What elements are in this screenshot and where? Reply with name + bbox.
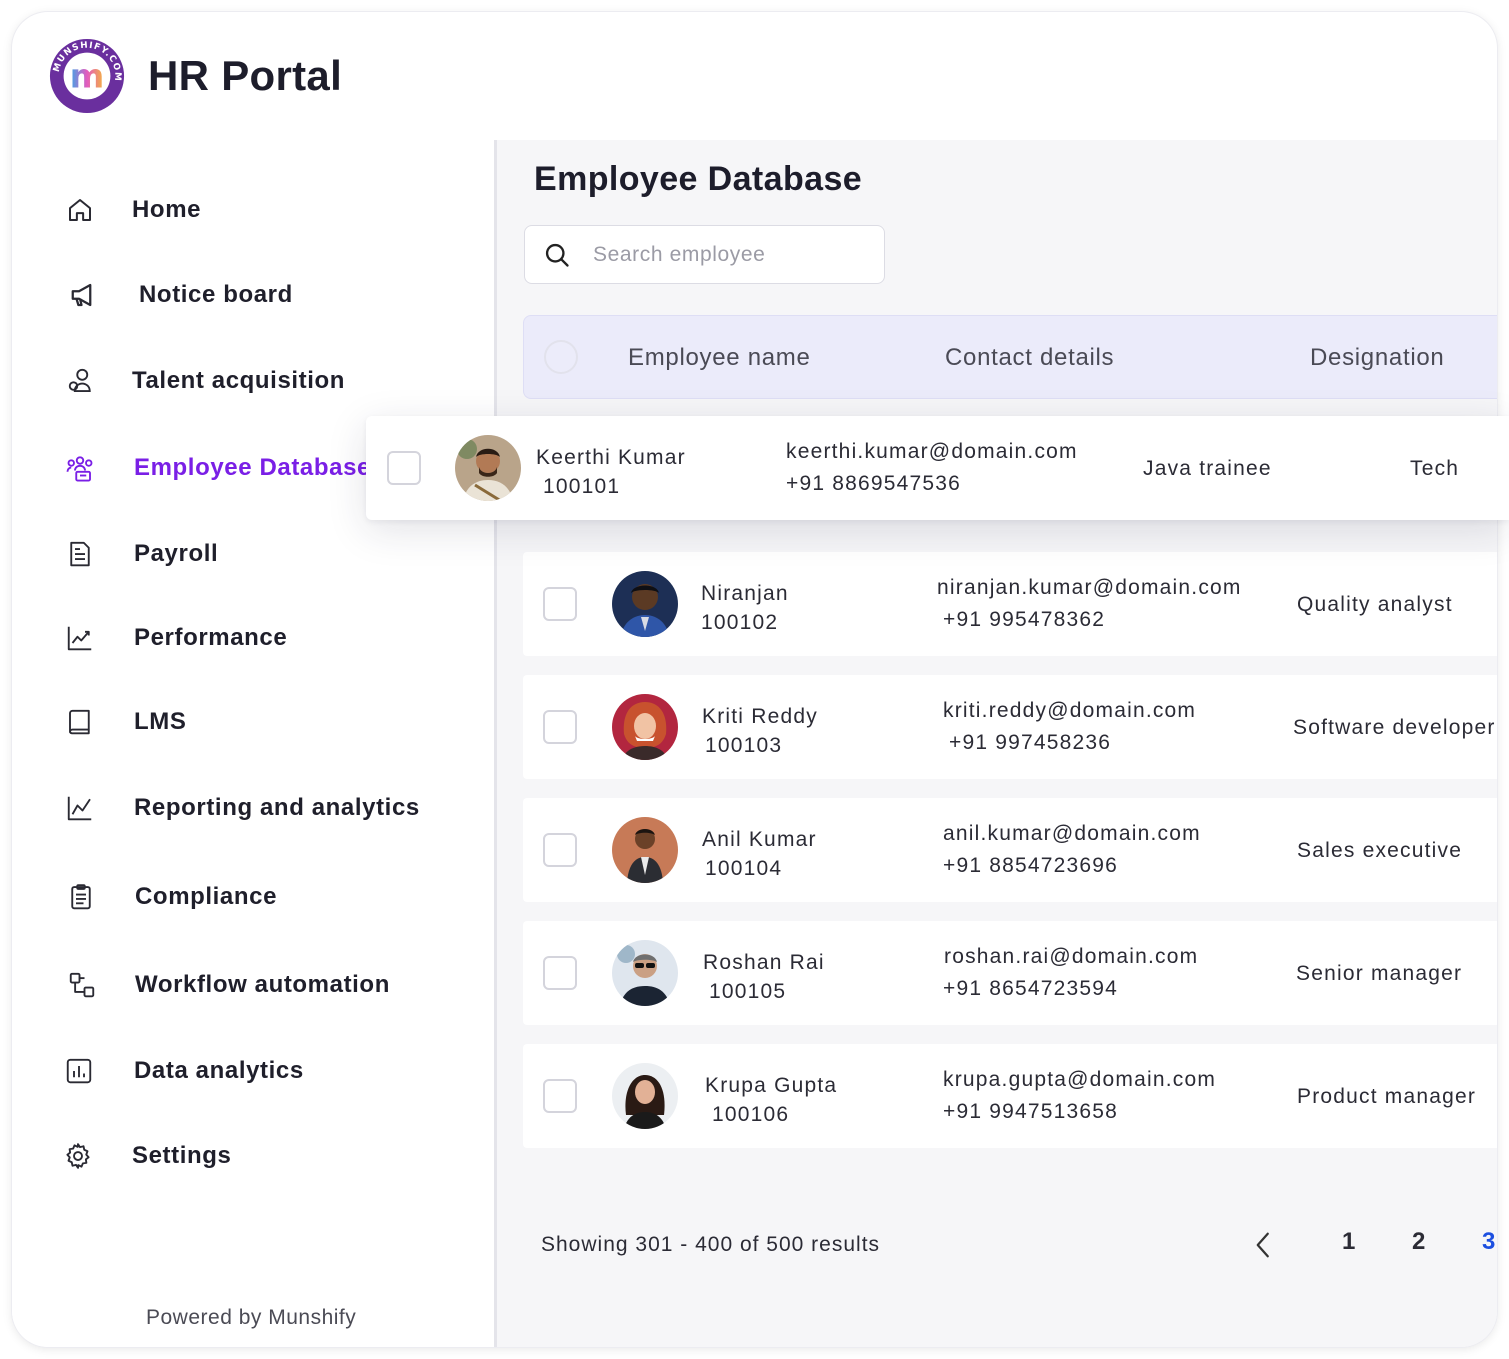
sidebar-item-compliance[interactable]: Compliance [12, 867, 494, 927]
employee-designation: Senior manager [1296, 962, 1463, 985]
line-chart-icon [64, 792, 96, 824]
table-header: Employee name Contact details Designatio… [523, 315, 1497, 399]
table-row[interactable]: Niranjan 100102 niranjan.kumar@domain.co… [523, 552, 1497, 656]
bar-chart-icon [63, 1055, 95, 1087]
table-row[interactable]: Kriti Reddy 100103 kriti.reddy@domain.co… [523, 675, 1497, 779]
workflow-icon [66, 969, 98, 1001]
sidebar: Home Notice board Talent acquisition Emp… [12, 140, 494, 1347]
prev-page-icon[interactable] [1249, 1229, 1279, 1261]
employee-designation: Software developer [1293, 716, 1496, 739]
employee-name: Anil Kumar [702, 828, 817, 851]
employee-name: Kriti Reddy [702, 705, 818, 728]
employee-id: 100103 [705, 734, 783, 757]
search-icon [545, 243, 569, 267]
row-checkbox[interactable] [543, 587, 577, 621]
avatar [612, 694, 678, 760]
employee-id: 100102 [701, 611, 779, 634]
munshify-logo: MUNSHIFY.COM m [49, 38, 125, 114]
employee-designation: Quality analyst [1297, 593, 1453, 616]
megaphone-icon [68, 279, 100, 311]
sidebar-item-home[interactable]: Home [12, 180, 494, 240]
avatar [612, 571, 678, 637]
page-button-1[interactable]: 1 [1342, 1228, 1355, 1256]
column-employee-name[interactable]: Employee name [628, 344, 811, 372]
sidebar-item-lms[interactable]: LMS [12, 692, 494, 752]
clipboard-icon [65, 881, 97, 913]
avatar [612, 1063, 678, 1129]
employee-email: krupa.gupta@domain.com [943, 1068, 1217, 1091]
employee-designation: Product manager [1297, 1085, 1477, 1108]
sidebar-item-performance[interactable]: Performance [12, 608, 494, 668]
employee-email: kriti.reddy@domain.com [943, 699, 1197, 722]
table-row[interactable]: Anil Kumar 100104 anil.kumar@domain.com … [523, 798, 1497, 902]
main-content: Employee Database Employee name Contact … [494, 140, 1497, 1347]
app-title: HR Portal [148, 52, 343, 99]
employee-id: 100105 [709, 980, 787, 1003]
employee-name: Krupa Gupta [705, 1074, 838, 1097]
book-icon [64, 706, 96, 738]
table-row[interactable]: Roshan Rai 100105 roshan.rai@domain.com … [523, 921, 1497, 1025]
team-icon [64, 452, 96, 484]
avatar [612, 940, 678, 1006]
employee-id: 100106 [712, 1103, 790, 1126]
employee-phone: +91 8854723696 [943, 854, 1119, 877]
avatar [455, 435, 521, 501]
app-window: MUNSHIFY.COM m HR Portal Home Notice boa… [12, 12, 1497, 1347]
search-input[interactable] [593, 238, 873, 272]
employee-designation: Sales executive [1297, 839, 1463, 862]
sidebar-item-talent-acquisition[interactable]: Talent acquisition [12, 351, 494, 411]
row-checkbox[interactable] [543, 1079, 577, 1113]
brand-header: MUNSHIFY.COM m HR Portal [48, 36, 342, 116]
page-button-2[interactable]: 2 [1412, 1228, 1425, 1256]
column-designation[interactable]: Designation [1310, 344, 1444, 372]
employee-email: anil.kumar@domain.com [943, 822, 1201, 845]
row-checkbox[interactable] [387, 451, 421, 485]
employee-name: Keerthi Kumar [536, 446, 686, 469]
page-button-3[interactable]: 3 [1482, 1228, 1495, 1256]
home-icon [64, 194, 96, 226]
employee-phone: +91 8654723594 [943, 977, 1119, 1000]
page-title: Employee Database [534, 160, 863, 198]
employee-email: keerthi.kumar@domain.com [786, 440, 1078, 463]
users-icon [65, 365, 97, 397]
highlighted-table-row[interactable]: Keerthi Kumar 100101 keerthi.kumar@domai… [366, 416, 1509, 520]
sidebar-item-settings[interactable]: Settings [12, 1126, 494, 1186]
table-row[interactable]: Krupa Gupta 100106 krupa.gupta@domain.co… [523, 1044, 1497, 1148]
employee-email: niranjan.kumar@domain.com [937, 576, 1242, 599]
row-checkbox[interactable] [543, 710, 577, 744]
document-icon [64, 538, 96, 570]
sidebar-item-workflow-automation[interactable]: Workflow automation [12, 955, 494, 1015]
sidebar-item-data-analytics[interactable]: Data analytics [12, 1041, 494, 1101]
powered-by: Powered by Munshify [146, 1306, 357, 1329]
trend-chart-icon [64, 622, 96, 654]
results-summary: Showing 301 - 400 of 500 results [541, 1233, 881, 1256]
sidebar-item-payroll[interactable]: Payroll [12, 524, 494, 584]
employee-email: roshan.rai@domain.com [944, 945, 1199, 968]
employee-designation: Java trainee [1143, 457, 1272, 480]
sidebar-item-notice-board[interactable]: Notice board [12, 265, 494, 325]
column-contact-details[interactable]: Contact details [945, 344, 1114, 372]
avatar [612, 817, 678, 883]
row-checkbox[interactable] [543, 956, 577, 990]
employee-id: 100101 [543, 475, 621, 498]
sidebar-item-reporting-and-analytics[interactable]: Reporting and analytics [12, 778, 494, 838]
select-all-checkbox[interactable] [544, 340, 578, 374]
employee-phone: +91 9947513658 [943, 1100, 1119, 1123]
employee-name: Roshan Rai [703, 951, 825, 974]
employee-id: 100104 [705, 857, 783, 880]
employee-phone: +91 997458236 [949, 731, 1112, 754]
gear-icon [62, 1140, 94, 1172]
svg-text:m: m [70, 57, 105, 96]
employee-department: Tech [1410, 457, 1460, 480]
employee-phone: +91 8869547536 [786, 472, 962, 495]
employee-phone: +91 995478362 [943, 608, 1106, 631]
row-checkbox[interactable] [543, 833, 577, 867]
search-box [524, 225, 885, 284]
employee-name: Niranjan [701, 582, 789, 605]
